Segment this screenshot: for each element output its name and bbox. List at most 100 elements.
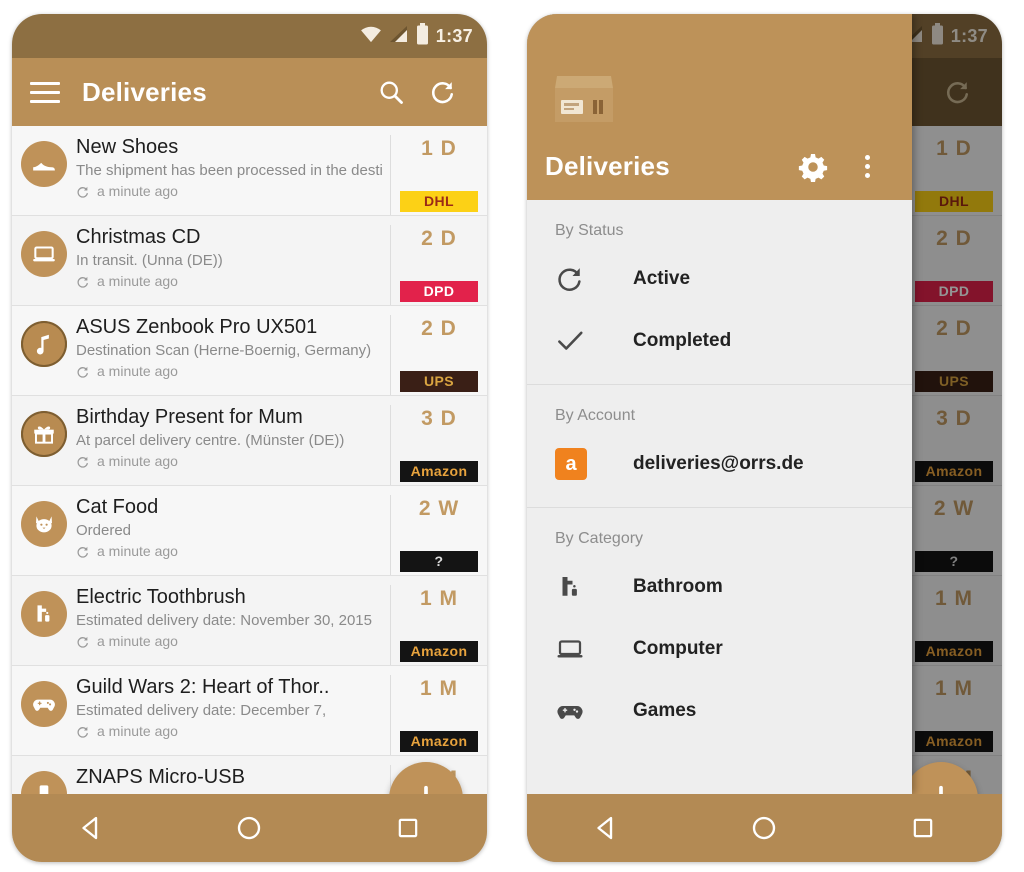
drawer-title-row: Deliveries — [545, 151, 894, 200]
drawer-item-label: Active — [633, 268, 691, 289]
navigation-drawer: Deliveries By Status Active Completed By… — [527, 14, 912, 794]
delivery-updated: a minute ago — [97, 273, 178, 289]
recents-square-icon[interactable] — [372, 803, 444, 853]
phone-right: 1:37 New Shoes The shipment has been pro… — [527, 14, 1002, 862]
row-icon — [12, 585, 76, 637]
refresh-icon — [77, 636, 89, 648]
drawer-item-label: Computer — [633, 638, 723, 659]
row-meta: 1 D DHL — [390, 135, 487, 215]
hamburger-menu-icon[interactable] — [30, 81, 60, 103]
delivery-updated: a minute ago — [97, 453, 178, 469]
delivery-eta: 2 W — [418, 497, 460, 520]
signal-icon — [389, 25, 409, 48]
list-item[interactable]: Christmas CD In transit. (Unna (DE)) a m… — [12, 216, 487, 306]
recents-square-icon[interactable] — [887, 803, 959, 853]
delivery-updated-row: a minute ago — [76, 632, 384, 651]
delivery-updated-row: a minute ago — [76, 722, 384, 741]
refresh-icon — [77, 276, 89, 288]
list-item[interactable]: Electric Toothbrush Estimated delivery d… — [12, 576, 487, 666]
delivery-updated-row: a minute ago — [76, 542, 384, 561]
laptop-icon — [555, 634, 611, 664]
refresh-icon — [77, 366, 89, 378]
refresh-icon — [555, 264, 611, 294]
row-icon — [12, 315, 76, 367]
drawer-item-computer[interactable]: Computer — [527, 618, 912, 680]
row-body: ASUS Zenbook Pro UX501 Destination Scan … — [76, 315, 390, 381]
row-meta: 1 M Amazon — [390, 675, 487, 755]
row-body: ZNAPS Micro-USB — [76, 765, 390, 791]
list-item[interactable]: ASUS Zenbook Pro UX501 Destination Scan … — [12, 306, 487, 396]
back-triangle-icon[interactable] — [570, 803, 642, 853]
drawer-item-amazon-account[interactable]: a deliveries@orrs.de — [527, 433, 912, 495]
delivery-updated-row: a minute ago — [76, 362, 384, 381]
wifi-icon — [360, 25, 382, 48]
list-item[interactable]: New Shoes The shipment has been processe… — [12, 126, 487, 216]
delivery-updated-row: a minute ago — [76, 452, 384, 471]
package-box-icon — [553, 74, 615, 131]
refresh-icon — [77, 546, 89, 558]
gear-icon[interactable] — [786, 152, 840, 182]
row-icon — [12, 495, 76, 547]
row-icon — [12, 225, 76, 277]
gamepad-icon — [21, 681, 67, 727]
delivery-title: Birthday Present for Mum — [76, 406, 303, 428]
drawer-section-category: By Category Bathroom Computer Games — [527, 508, 912, 754]
laptop-icon — [21, 231, 67, 277]
phone-left: 1:37 Deliveries New Shoes The shipment h… — [12, 14, 487, 862]
row-body: New Shoes The shipment has been processe… — [76, 135, 390, 201]
drawer-item-active[interactable]: Active — [527, 248, 912, 310]
delivery-title: Guild Wars 2: Heart of Thor.. — [76, 676, 330, 698]
delivery-updated-row: a minute ago — [76, 272, 384, 291]
row-icon — [12, 675, 76, 727]
drawer-item-bathroom[interactable]: Bathroom — [527, 556, 912, 618]
refresh-icon[interactable] — [417, 78, 469, 106]
battery-icon — [416, 22, 429, 50]
list-item[interactable]: Guild Wars 2: Heart of Thor.. Estimated … — [12, 666, 487, 756]
delivery-status: Destination Scan (Herne-Boernig, Germany… — [76, 342, 372, 359]
row-body: Electric Toothbrush Estimated delivery d… — [76, 585, 390, 651]
search-icon[interactable] — [365, 78, 417, 106]
drawer-item-label: deliveries@orrs.de — [633, 453, 804, 474]
delivery-eta: 2 D — [421, 317, 457, 340]
row-icon — [12, 405, 76, 457]
drawer-item-completed[interactable]: Completed — [527, 310, 912, 372]
drawer-section-account: By Account a deliveries@orrs.de — [527, 385, 912, 508]
delivery-status: In transit. (Unna (DE)) — [76, 252, 223, 269]
delivery-status: At parcel delivery centre. (Münster (DE)… — [76, 432, 345, 449]
page-title: Deliveries — [82, 76, 207, 107]
drawer-item-games[interactable]: Games — [527, 680, 912, 742]
gamepad-icon — [555, 696, 611, 726]
status-bar: 1:37 — [12, 14, 487, 58]
row-body: Guild Wars 2: Heart of Thor.. Estimated … — [76, 675, 390, 741]
overflow-menu-icon[interactable] — [840, 155, 894, 178]
gift-icon — [21, 411, 67, 457]
delivery-eta: 3 D — [421, 407, 457, 430]
list-item[interactable]: Birthday Present for Mum At parcel deliv… — [12, 396, 487, 486]
home-circle-icon[interactable] — [728, 803, 800, 853]
back-triangle-icon[interactable] — [55, 803, 127, 853]
delivery-list[interactable]: New Shoes The shipment has been processe… — [12, 126, 487, 862]
music-note-icon — [21, 321, 67, 367]
delivery-status: Estimated delivery date: December 7, — [76, 702, 327, 719]
drawer-section-status: By Status Active Completed — [527, 200, 912, 385]
delivery-title: ASUS Zenbook Pro UX501 — [76, 316, 318, 338]
system-nav-bar — [12, 794, 487, 862]
delivery-updated: a minute ago — [97, 363, 178, 379]
system-nav-bar — [527, 794, 1002, 862]
row-body: Birthday Present for Mum At parcel deliv… — [76, 405, 390, 471]
drawer-item-label: Games — [633, 700, 697, 721]
refresh-icon — [77, 726, 89, 738]
delivery-title: New Shoes — [76, 136, 179, 158]
shoe-icon — [21, 141, 67, 187]
app-bar: Deliveries — [12, 58, 487, 126]
list-item[interactable]: Cat Food Ordered a minute ago 2 W ? — [12, 486, 487, 576]
bathroom-faucet-icon — [555, 572, 611, 602]
drawer-title: Deliveries — [545, 151, 670, 181]
row-icon — [12, 135, 76, 187]
row-meta: 2 D UPS — [390, 315, 487, 395]
home-circle-icon[interactable] — [213, 803, 285, 853]
delivery-updated: a minute ago — [97, 723, 178, 739]
amazon-icon: a — [555, 448, 611, 480]
amazon-logo-letter: a — [555, 448, 587, 480]
carrier-badge: Amazon — [400, 641, 478, 662]
